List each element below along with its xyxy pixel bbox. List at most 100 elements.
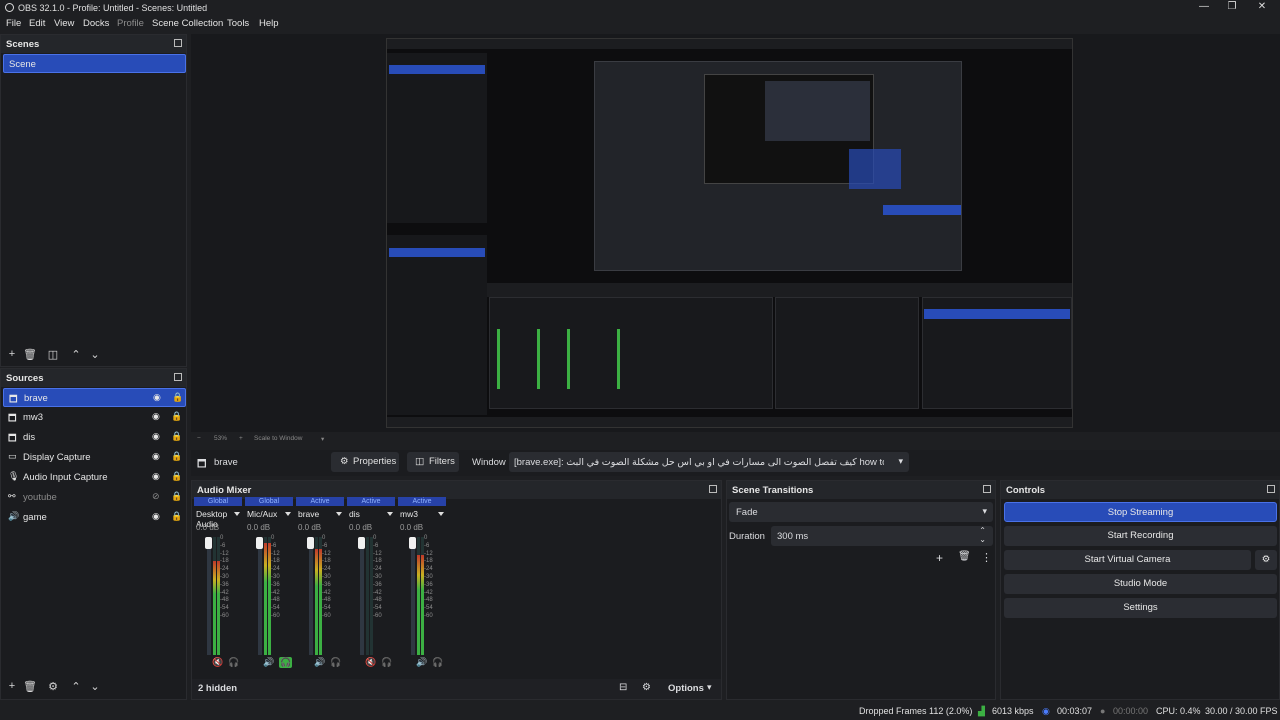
source-item[interactable]: 🗖 brave ◉ 🔒 [3, 388, 186, 407]
eye-icon[interactable]: ◉ [152, 451, 160, 462]
stop-streaming-button[interactable]: Stop Streaming [1004, 502, 1277, 522]
undock-icon[interactable] [709, 485, 717, 493]
start-virtual-camera-button[interactable]: Start Virtual Camera [1004, 550, 1251, 570]
menu-view[interactable]: View [54, 18, 74, 29]
filters-button[interactable]: ◫ Filters [407, 452, 459, 472]
source-properties-icon[interactable]: ⚙ [46, 680, 60, 693]
eye-icon[interactable]: ◉ [153, 392, 161, 403]
window-select[interactable]: [brave.exe]: كيف تفصل الصوت الى مسارات ف… [509, 452, 909, 472]
properties-button[interactable]: ⚙ Properties [331, 452, 399, 472]
lock-icon[interactable]: 🔒 [171, 471, 182, 482]
volume-slider-track[interactable] [360, 537, 364, 655]
lock-icon[interactable]: 🔒 [172, 392, 183, 403]
more-options-icon[interactable]: ⋮ [981, 551, 992, 564]
virtual-camera-settings-button[interactable]: ⚙ [1255, 550, 1277, 570]
volume-slider-handle[interactable] [256, 537, 263, 549]
menu-edit[interactable]: Edit [29, 18, 45, 29]
volume-slider-track[interactable] [258, 537, 262, 655]
lock-icon[interactable]: 🔒 [171, 491, 182, 502]
source-item[interactable]: 🎙 Audio Input Capture ◉ 🔒 [3, 468, 186, 487]
volume-slider-handle[interactable] [358, 537, 365, 549]
undock-icon[interactable] [174, 39, 182, 47]
speaker-icon[interactable]: 🔊 [314, 657, 325, 668]
move-up-icon[interactable]: ⌃ [69, 680, 83, 693]
chevron-down-icon[interactable] [336, 512, 342, 516]
lock-icon[interactable]: 🔒 [171, 411, 182, 422]
chevron-down-icon[interactable]: ▾ [321, 435, 324, 443]
mixer-layout-icon[interactable]: ⊟ [619, 682, 627, 693]
undock-icon[interactable] [174, 373, 182, 381]
muted-speaker-icon[interactable]: 🔇 [365, 657, 376, 668]
headphones-icon[interactable]: 🎧 [381, 657, 392, 668]
scene-filters-icon[interactable]: ◫ [46, 348, 60, 361]
volume-slider-handle[interactable] [409, 537, 416, 549]
eye-icon[interactable]: ◉ [152, 511, 160, 522]
zoom-out-icon[interactable]: − [197, 435, 201, 442]
scene-item[interactable]: Scene [3, 54, 186, 73]
lock-icon[interactable]: 🔒 [171, 431, 182, 442]
menu-profile[interactable]: Profile [117, 18, 144, 29]
volume-slider-track[interactable] [411, 537, 415, 655]
decrement-icon[interactable]: ⌄ [979, 535, 986, 544]
menu-file[interactable]: File [6, 18, 21, 29]
source-item[interactable]: ▭ Display Capture ◉ 🔒 [3, 448, 186, 467]
menu-docks[interactable]: Docks [83, 18, 109, 29]
lock-icon[interactable]: 🔒 [171, 451, 182, 462]
speaker-icon[interactable]: 🔊 [416, 657, 427, 668]
source-item[interactable]: 🗖 mw3 ◉ 🔒 [3, 408, 186, 427]
advanced-audio-icon[interactable]: ⚙ [642, 682, 651, 693]
headphones-icon[interactable]: 🎧 [432, 657, 443, 668]
add-transition-icon[interactable]: + [936, 551, 943, 565]
channel-name[interactable]: Mic/Aux [247, 509, 277, 519]
source-item[interactable]: 🔊 game ◉ 🔒 [3, 508, 186, 527]
muted-speaker-icon[interactable]: 🔇 [212, 657, 223, 668]
add-source-icon[interactable]: + [5, 680, 19, 692]
menu-tools[interactable]: Tools [227, 18, 249, 29]
studio-mode-button[interactable]: Studio Mode [1004, 574, 1277, 594]
chevron-down-icon[interactable] [234, 512, 240, 516]
volume-slider-track[interactable] [309, 537, 313, 655]
channel-name[interactable]: dis [349, 509, 360, 519]
eye-icon[interactable]: ◉ [152, 431, 160, 442]
close-button[interactable]: ✕ [1246, 0, 1278, 16]
start-recording-button[interactable]: Start Recording [1004, 526, 1277, 546]
remove-source-icon[interactable]: 🗑 [23, 680, 37, 693]
lock-icon[interactable]: 🔒 [171, 511, 182, 522]
headphones-icon[interactable]: 🎧 [228, 657, 239, 668]
duration-input[interactable]: 300 ms ⌃ ⌄ [771, 526, 993, 546]
eye-icon[interactable]: ◉ [152, 411, 160, 422]
chevron-down-icon[interactable] [438, 512, 444, 516]
increment-icon[interactable]: ⌃ [979, 526, 986, 535]
chevron-down-icon[interactable] [387, 512, 393, 516]
speaker-icon[interactable]: 🔊 [263, 657, 274, 668]
headphones-icon[interactable]: 🎧 [279, 657, 293, 668]
scale-mode[interactable]: Scale to Window [254, 435, 302, 442]
eye-icon[interactable]: ◉ [152, 471, 160, 482]
settings-button[interactable]: Settings [1004, 598, 1277, 618]
move-down-icon[interactable]: ⌄ [88, 680, 102, 693]
channel-name[interactable]: mw3 [400, 509, 418, 519]
move-down-icon[interactable]: ⌄ [88, 348, 102, 361]
menu-scene-collection[interactable]: Scene Collection [152, 18, 223, 29]
eye-off-icon[interactable]: ⊘ [152, 491, 160, 502]
add-scene-icon[interactable]: + [5, 348, 19, 360]
options-button[interactable]: Options [668, 683, 704, 694]
maximize-button[interactable]: ❐ [1216, 0, 1248, 16]
remove-scene-icon[interactable]: 🗑 [23, 348, 37, 361]
remove-transition-icon[interactable]: 🗑 [958, 551, 971, 562]
chevron-down-icon[interactable]: ▾ [707, 682, 712, 693]
chevron-down-icon[interactable] [285, 512, 291, 516]
transition-select[interactable]: Fade ▾ [729, 502, 993, 522]
undock-icon[interactable] [1267, 485, 1275, 493]
hidden-count[interactable]: 2 hidden [198, 683, 237, 694]
zoom-in-icon[interactable]: + [239, 435, 243, 442]
source-item[interactable]: 🗖 dis ◉ 🔒 [3, 428, 186, 447]
source-item[interactable]: ⚯ youtube ⊘ 🔒 [3, 488, 186, 507]
volume-slider-handle[interactable] [205, 537, 212, 549]
headphones-icon[interactable]: 🎧 [330, 657, 341, 668]
menu-help[interactable]: Help [259, 18, 279, 29]
channel-name[interactable]: brave [298, 509, 319, 519]
volume-slider-handle[interactable] [307, 537, 314, 549]
undock-icon[interactable] [983, 485, 991, 493]
volume-slider-track[interactable] [207, 537, 211, 655]
